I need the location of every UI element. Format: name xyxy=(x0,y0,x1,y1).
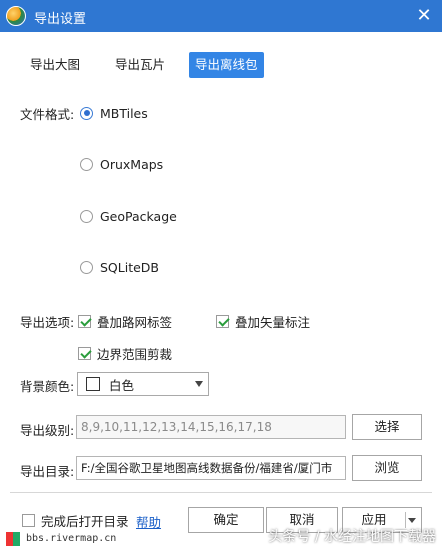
radio-mbtiles[interactable]: MBTiles xyxy=(80,104,148,122)
chevron-down-icon[interactable] xyxy=(408,518,416,523)
help-link[interactable]: 帮助 xyxy=(136,512,161,531)
browse-button[interactable]: 浏览 xyxy=(352,455,422,481)
tab-export-large-image[interactable]: 导出大图 xyxy=(24,52,86,78)
title-bar: 导出设置 ✕ xyxy=(0,0,442,32)
radio-label: OruxMaps xyxy=(100,156,164,172)
checkbox-checked[interactable] xyxy=(78,346,91,360)
checkbox[interactable] xyxy=(22,513,35,527)
radio-oruxmaps[interactable]: OruxMaps xyxy=(80,155,163,173)
background-color-select[interactable]: 白色 xyxy=(77,372,209,396)
checkbox-label: 边界范围剪裁 xyxy=(97,346,173,362)
export-directory-label: 导出目录: xyxy=(20,464,75,479)
checkbox-overlay-vector-annotations[interactable]: 叠加矢量标注 xyxy=(216,312,310,330)
export-level-label: 导出级别: xyxy=(20,423,75,438)
checkbox-open-after-complete[interactable]: 完成后打开目录 xyxy=(22,511,129,529)
ok-button[interactable]: 确定 xyxy=(188,507,264,533)
export-tabs: 导出大图 导出瓦片 导出离线包 xyxy=(0,52,442,78)
watermark-overlay: 头条号 / 水经注地图下载器 xyxy=(268,529,436,545)
chevron-down-icon[interactable] xyxy=(195,381,203,387)
radio-sqlitedb[interactable]: SQLiteDB xyxy=(80,258,159,276)
radio-button-checked[interactable] xyxy=(80,106,93,120)
export-level-field[interactable]: 8,9,10,11,12,13,14,15,16,17,18 xyxy=(76,415,346,439)
radio-label: SQLiteDB xyxy=(100,259,160,275)
watermark-site: bbs.rivermap.cn xyxy=(26,533,117,544)
checkbox-checked[interactable] xyxy=(216,314,229,328)
rivermap-logo-icon xyxy=(6,532,20,546)
close-icon[interactable]: ✕ xyxy=(412,4,436,28)
radio-button[interactable] xyxy=(80,157,93,171)
radio-button[interactable] xyxy=(80,209,93,223)
checkbox-checked[interactable] xyxy=(78,314,91,328)
checkbox-label: 叠加路网标签 xyxy=(97,314,173,330)
tab-export-offline-package[interactable]: 导出离线包 xyxy=(189,52,264,78)
file-format-label: 文件格式: xyxy=(20,107,75,122)
color-swatch xyxy=(86,377,100,391)
footer-separator xyxy=(10,492,432,493)
checkbox-overlay-road-labels[interactable]: 叠加路网标签 xyxy=(78,312,172,330)
window-title: 导出设置 xyxy=(34,12,87,27)
checkbox-label: 叠加矢量标注 xyxy=(235,314,311,330)
checkbox-boundary-clip[interactable]: 边界范围剪裁 xyxy=(78,344,172,362)
radio-label: GeoPackage xyxy=(100,208,177,224)
background-color-label: 背景颜色: xyxy=(20,379,75,394)
radio-button[interactable] xyxy=(80,260,93,274)
select-level-button[interactable]: 选择 xyxy=(352,414,422,440)
radio-geopackage[interactable]: GeoPackage xyxy=(80,207,177,225)
tab-export-tiles[interactable]: 导出瓦片 xyxy=(109,52,171,78)
export-options-label: 导出选项: xyxy=(20,315,75,330)
radio-label: MBTiles xyxy=(100,105,148,121)
checkbox-label: 完成后打开目录 xyxy=(41,513,129,529)
color-name: 白色 xyxy=(109,377,135,393)
app-globe-icon xyxy=(6,6,26,26)
export-directory-field[interactable]: F:/全国谷歌卫星地图高线数据备份/福建省/厦门市 xyxy=(76,456,346,480)
